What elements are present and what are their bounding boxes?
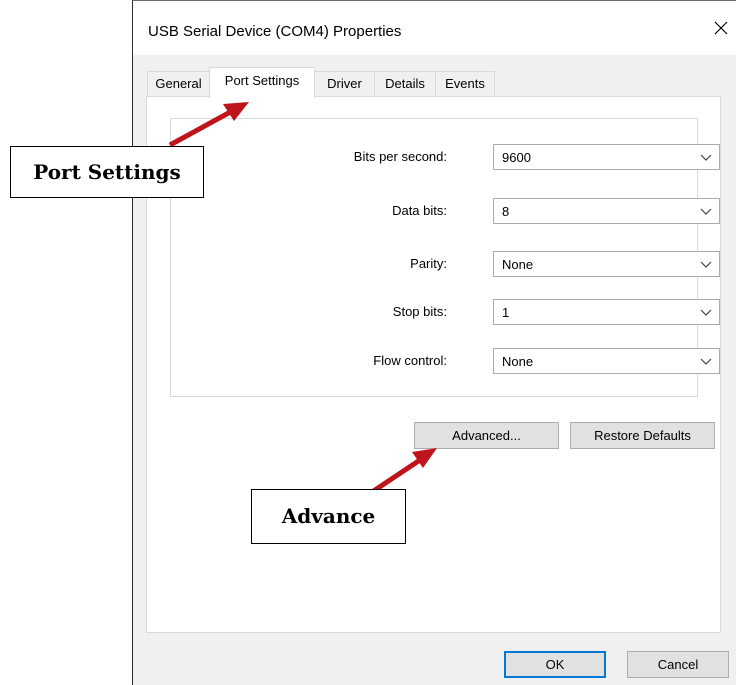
tab-general[interactable]: General — [147, 71, 210, 96]
chevron-down-icon — [700, 358, 712, 365]
select-value: 9600 — [502, 150, 531, 165]
ok-button[interactable]: OK — [504, 651, 606, 678]
select-value: None — [502, 257, 534, 272]
tab-details[interactable]: Details — [374, 71, 436, 96]
tab-label: Events — [445, 76, 485, 91]
chevron-down-icon — [700, 261, 712, 268]
callout-text: Advance — [281, 504, 376, 528]
button-label: Cancel — [657, 657, 699, 672]
select-value: None — [502, 354, 534, 369]
chevron-down-icon — [700, 208, 712, 215]
advance-callout: Advance — [251, 489, 406, 544]
restore-defaults-button[interactable]: Restore Defaults — [570, 422, 715, 449]
close-icon — [714, 21, 728, 35]
port-settings-group: Bits per second: 9600 Data bits: 8 Parit… — [170, 118, 720, 397]
flow-control-select[interactable]: None — [493, 348, 720, 374]
flow-control-label: Flow control: — [373, 353, 447, 368]
port-settings-callout: Port Settings — [10, 146, 204, 198]
tab-events[interactable]: Events — [435, 71, 495, 96]
select-value: 8 — [502, 204, 510, 219]
tab-driver[interactable]: Driver — [314, 71, 375, 96]
stop-bits-label: Stop bits: — [392, 304, 447, 319]
properties-dialog: USB Serial Device (COM4) Properties Gene… — [132, 0, 736, 685]
window-title: USB Serial Device (COM4) Properties — [148, 23, 402, 40]
stop-bits-select[interactable]: 1 — [493, 299, 720, 325]
tab-label: Port Settings — [224, 73, 300, 88]
tab-port-settings[interactable]: Port Settings — [209, 67, 315, 98]
parity-label: Parity: — [410, 256, 447, 271]
tab-label: Details — [385, 76, 425, 91]
chevron-down-icon — [700, 309, 712, 316]
cancel-button[interactable]: Cancel — [627, 651, 729, 678]
tab-label: General — [155, 76, 202, 91]
callout-text: Port Settings — [33, 160, 181, 184]
close-button[interactable] — [706, 12, 736, 44]
button-label: OK — [545, 657, 565, 672]
data-bits-label: Data bits: — [392, 203, 447, 218]
button-label: Restore Defaults — [594, 428, 691, 443]
bits-per-second-select[interactable]: 9600 — [493, 144, 720, 170]
bits-per-second-label: Bits per second: — [353, 149, 447, 164]
advanced-button[interactable]: Advanced... — [414, 422, 559, 449]
button-label: Advanced... — [452, 428, 521, 443]
parity-select[interactable]: None — [493, 251, 720, 277]
title-bar: USB Serial Device (COM4) Properties — [133, 1, 736, 55]
chevron-down-icon — [700, 154, 712, 161]
tab-label: Driver — [327, 76, 362, 91]
select-value: 1 — [502, 305, 510, 320]
data-bits-select[interactable]: 8 — [493, 198, 720, 224]
tab-panel: Bits per second: 9600 Data bits: 8 Parit… — [146, 96, 721, 633]
